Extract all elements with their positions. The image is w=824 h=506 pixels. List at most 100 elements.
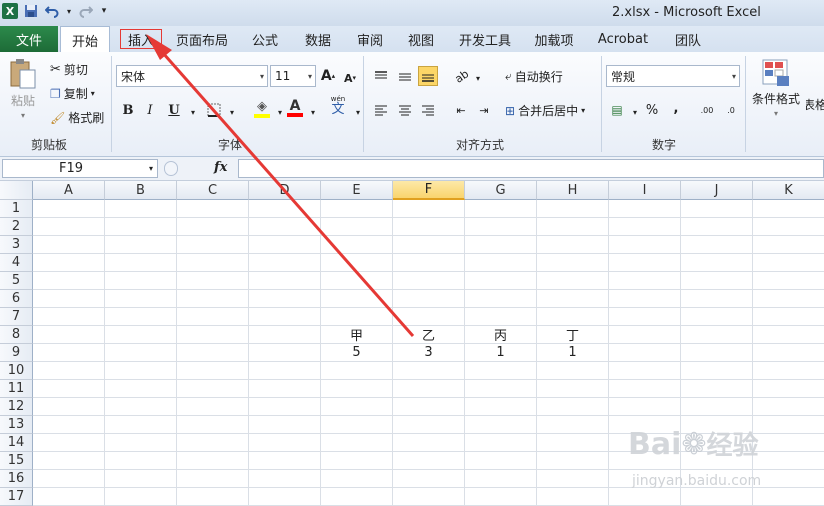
cell-K1[interactable] — [753, 200, 824, 218]
cell-C11[interactable] — [177, 380, 249, 398]
cell-H10[interactable] — [537, 362, 609, 380]
format-painter-button[interactable]: 🖌 格式刷 — [50, 109, 104, 126]
cell-C13[interactable] — [177, 416, 249, 434]
cell-B16[interactable] — [105, 470, 177, 488]
cell-G10[interactable] — [465, 362, 537, 380]
cell-A5[interactable] — [33, 272, 105, 290]
format-as-table-button[interactable]: 表格 — [806, 96, 824, 113]
cell-I5[interactable] — [609, 272, 681, 290]
align-center-button[interactable] — [395, 100, 415, 120]
tab-team[interactable]: 团队 — [666, 26, 710, 52]
cell-G5[interactable] — [465, 272, 537, 290]
paste-button[interactable]: 粘贴 ▾ — [8, 58, 38, 120]
cell-G11[interactable] — [465, 380, 537, 398]
cell-H14[interactable] — [537, 434, 609, 452]
cell-J6[interactable] — [681, 290, 753, 308]
row-header[interactable]: 12 — [0, 398, 33, 416]
cell-G12[interactable] — [465, 398, 537, 416]
cell-J9[interactable] — [681, 344, 753, 362]
cell-E11[interactable] — [321, 380, 393, 398]
cell-I1[interactable] — [609, 200, 681, 218]
font-color-dropdown-icon[interactable]: ▾ — [303, 102, 323, 122]
cell-D11[interactable] — [249, 380, 321, 398]
cell-B12[interactable] — [105, 398, 177, 416]
row-header[interactable]: 14 — [0, 434, 33, 452]
cell-A2[interactable] — [33, 218, 105, 236]
cell-J10[interactable] — [681, 362, 753, 380]
cell-E9[interactable]: 5 — [321, 344, 393, 362]
tab-file[interactable]: 文件 — [0, 26, 58, 52]
cell-F6[interactable] — [393, 290, 465, 308]
cell-H6[interactable] — [537, 290, 609, 308]
cell-E13[interactable] — [321, 416, 393, 434]
cell-F13[interactable] — [393, 416, 465, 434]
row-header[interactable]: 11 — [0, 380, 33, 398]
cell-C4[interactable] — [177, 254, 249, 272]
cell-D9[interactable] — [249, 344, 321, 362]
cell-G16[interactable] — [465, 470, 537, 488]
cell-H16[interactable] — [537, 470, 609, 488]
cell-C1[interactable] — [177, 200, 249, 218]
cell-K6[interactable] — [753, 290, 824, 308]
cell-H9[interactable]: 1 — [537, 344, 609, 362]
cell-E2[interactable] — [321, 218, 393, 236]
tab-acrobat[interactable]: Acrobat — [592, 26, 654, 52]
cell-C9[interactable] — [177, 344, 249, 362]
row-header[interactable]: 15 — [0, 452, 33, 470]
cell-E3[interactable] — [321, 236, 393, 254]
cell-H1[interactable] — [537, 200, 609, 218]
shrink-font-button[interactable]: A ▾ — [340, 68, 360, 88]
tab-insert[interactable]: 插入 — [117, 26, 165, 52]
comma-button[interactable]: , — [666, 98, 686, 118]
cell-I6[interactable] — [609, 290, 681, 308]
cell-A9[interactable] — [33, 344, 105, 362]
undo-icon[interactable] — [44, 3, 60, 19]
underline-dropdown-icon[interactable]: ▾ — [183, 102, 203, 122]
cell-G2[interactable] — [465, 218, 537, 236]
cell-K11[interactable] — [753, 380, 824, 398]
cell-H17[interactable] — [537, 488, 609, 506]
cell-H12[interactable] — [537, 398, 609, 416]
italic-button[interactable]: I — [140, 100, 160, 120]
cell-I4[interactable] — [609, 254, 681, 272]
cell-F16[interactable] — [393, 470, 465, 488]
cut-button[interactable]: ✂ 剪切 — [50, 61, 88, 78]
cell-I10[interactable] — [609, 362, 681, 380]
decrease-decimal-button[interactable]: .0 — [720, 100, 742, 120]
formula-bar-splitter[interactable] — [164, 161, 178, 176]
cell-G1[interactable] — [465, 200, 537, 218]
cell-G6[interactable] — [465, 290, 537, 308]
cell-B17[interactable] — [105, 488, 177, 506]
conditional-formatting-button[interactable]: 条件格式 ▾ — [752, 58, 800, 118]
cell-K14[interactable] — [753, 434, 824, 452]
column-header[interactable]: H — [537, 181, 609, 200]
row-header[interactable]: 9 — [0, 344, 33, 362]
cell-D10[interactable] — [249, 362, 321, 380]
cell-E7[interactable] — [321, 308, 393, 326]
cell-B7[interactable] — [105, 308, 177, 326]
cell-K15[interactable] — [753, 452, 824, 470]
borders-dropdown-icon[interactable]: ▾ — [222, 102, 242, 122]
row-header[interactable]: 3 — [0, 236, 33, 254]
cell-F8[interactable]: 乙 — [393, 326, 465, 344]
cell-C6[interactable] — [177, 290, 249, 308]
row-header[interactable]: 13 — [0, 416, 33, 434]
cell-B15[interactable] — [105, 452, 177, 470]
cell-I3[interactable] — [609, 236, 681, 254]
cell-B3[interactable] — [105, 236, 177, 254]
cell-F1[interactable] — [393, 200, 465, 218]
tab-formulas[interactable]: 公式 — [243, 26, 287, 52]
cell-C7[interactable] — [177, 308, 249, 326]
column-header[interactable]: J — [681, 181, 753, 200]
cell-G13[interactable] — [465, 416, 537, 434]
cell-J2[interactable] — [681, 218, 753, 236]
align-left-button[interactable] — [371, 100, 391, 120]
cell-D13[interactable] — [249, 416, 321, 434]
tab-data[interactable]: 数据 — [296, 26, 340, 52]
cell-F11[interactable] — [393, 380, 465, 398]
column-header[interactable]: A — [33, 181, 105, 200]
orientation-dropdown-icon[interactable]: ▾ — [468, 68, 488, 88]
cell-K17[interactable] — [753, 488, 824, 506]
cell-I11[interactable] — [609, 380, 681, 398]
cell-H11[interactable] — [537, 380, 609, 398]
